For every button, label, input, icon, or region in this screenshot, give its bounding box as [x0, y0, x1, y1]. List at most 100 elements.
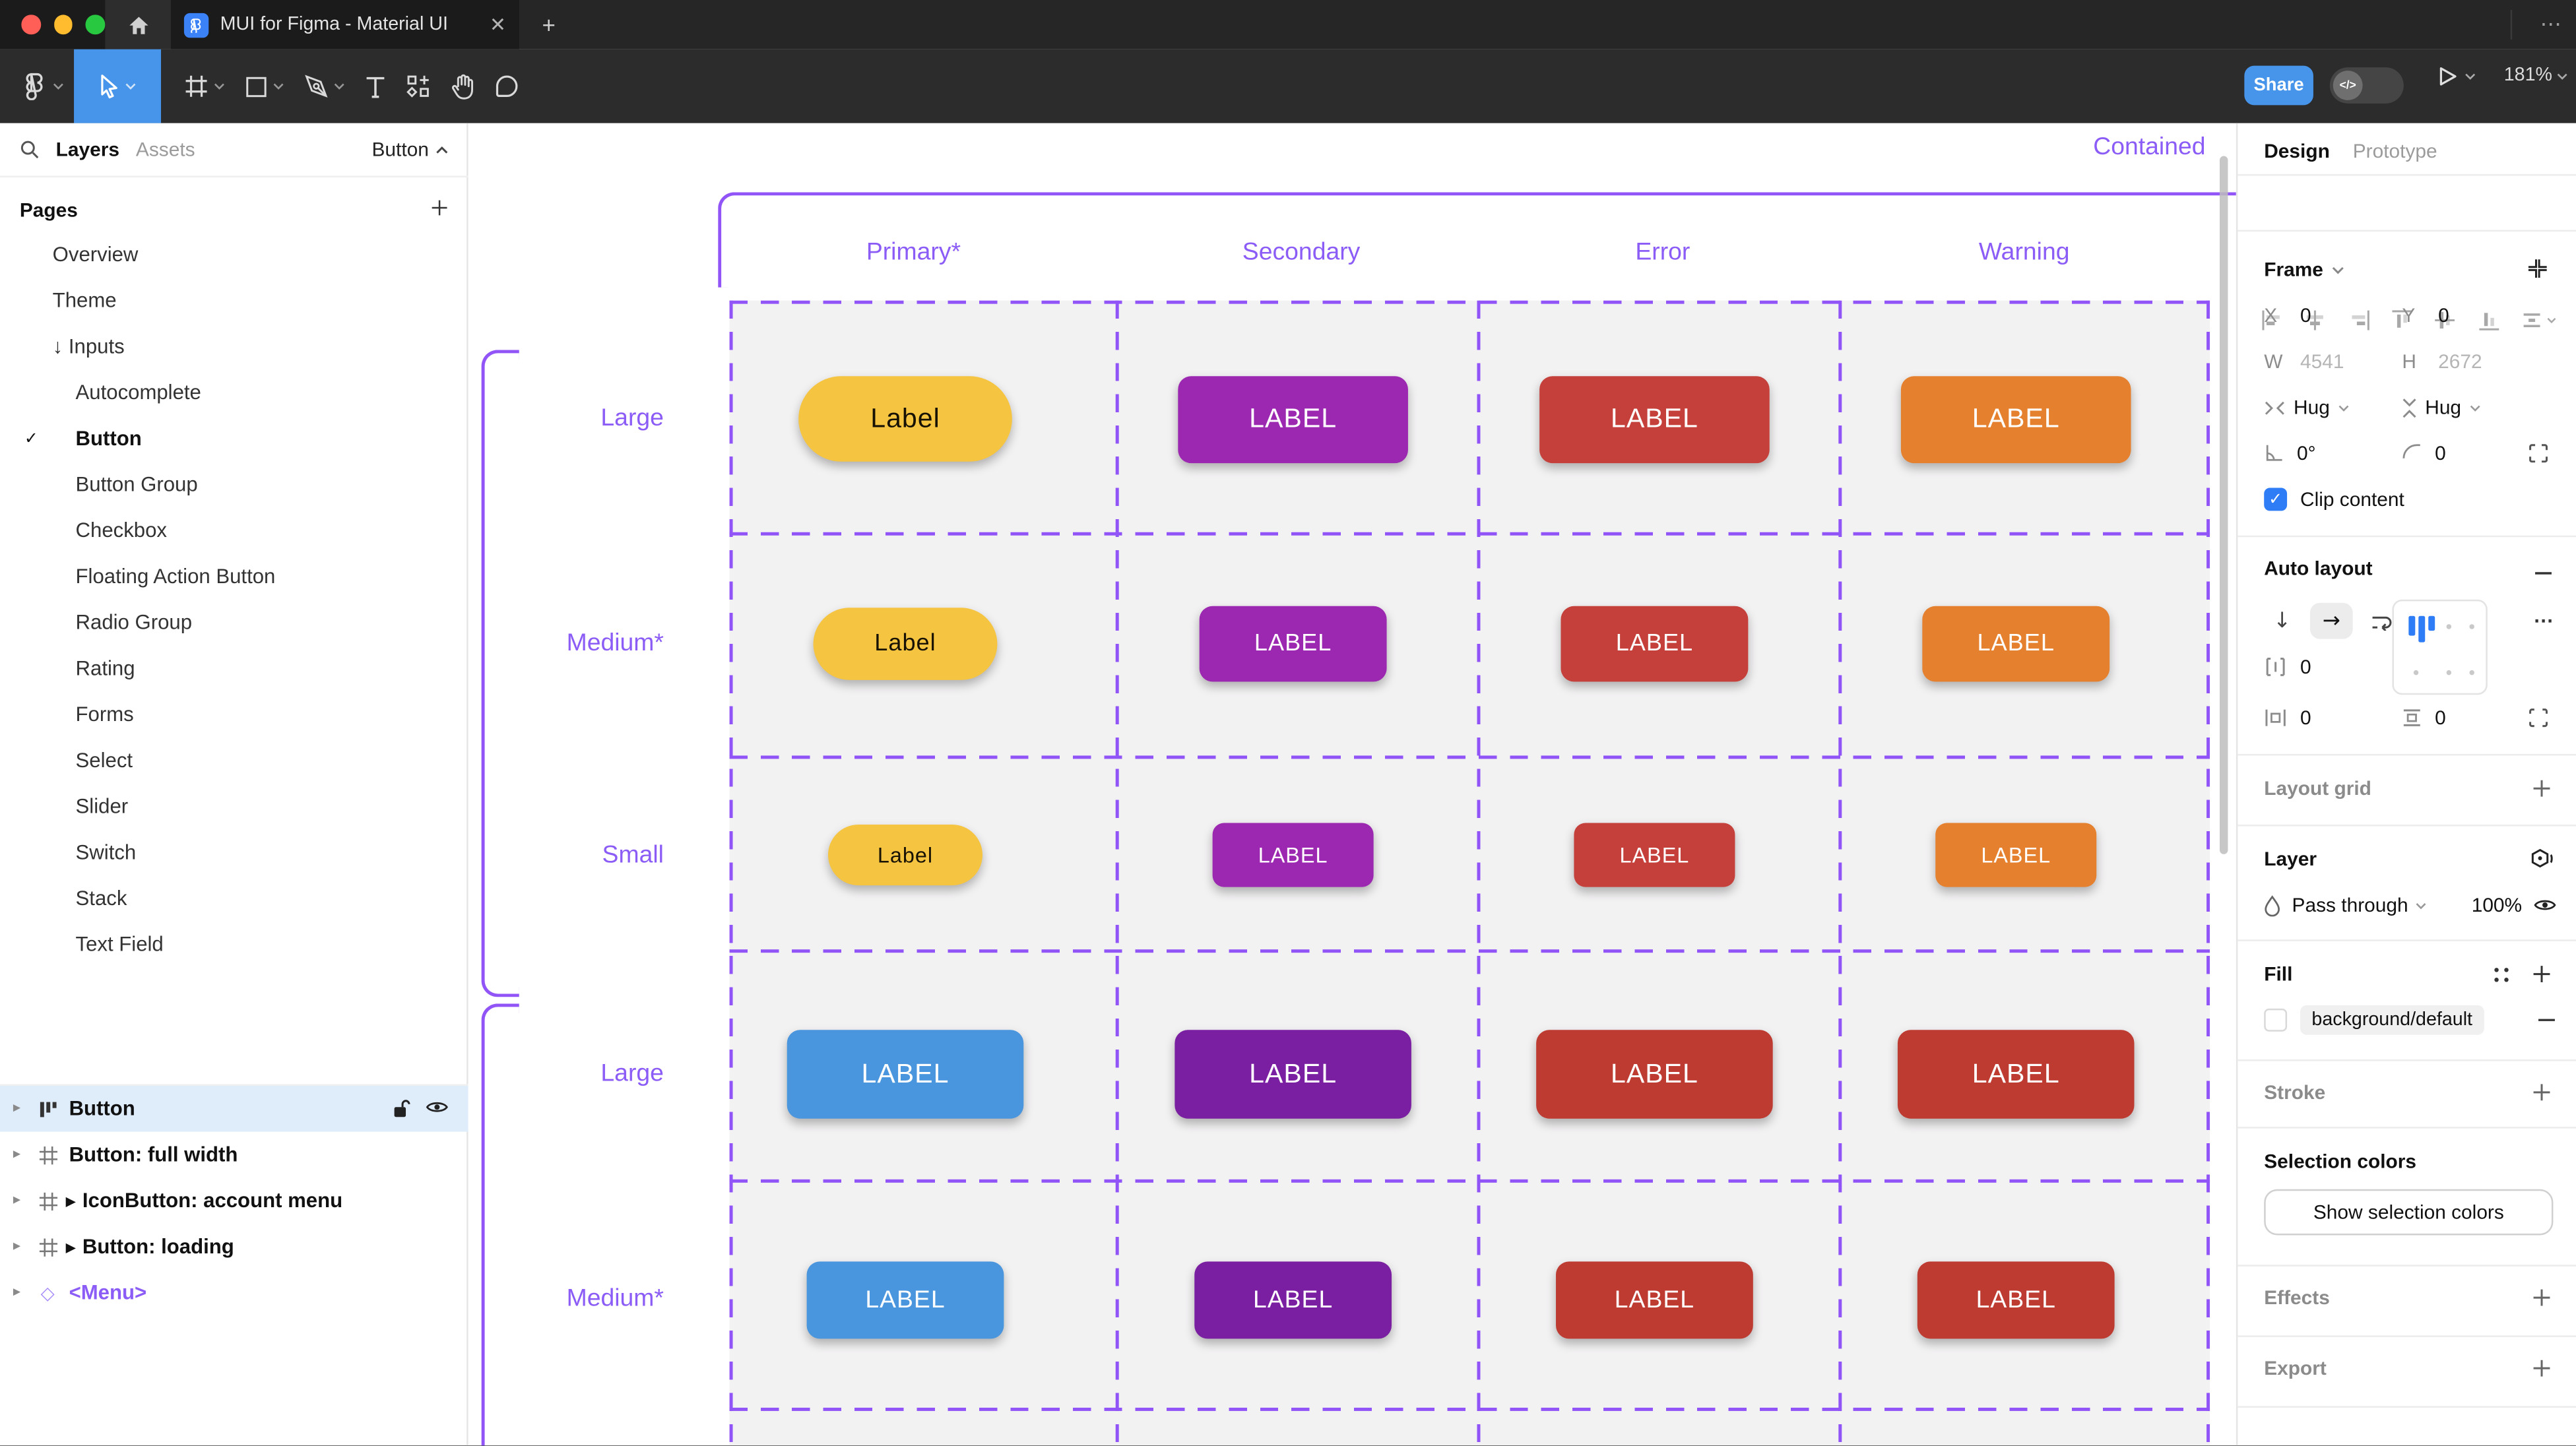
layer-row-button-full-width[interactable]: ▸Button: full width [0, 1132, 468, 1178]
canvas-button-primary-small-g1[interactable]: Label [828, 825, 982, 885]
add-export-icon[interactable] [2532, 1358, 2552, 1378]
page-item-stack[interactable]: Stack [0, 875, 468, 922]
canvas-button-warning-small-g1[interactable]: LABEL [1935, 823, 2096, 887]
new-tab-button[interactable]: + [529, 0, 569, 49]
instance-toggle-icon[interactable]: ▶ [66, 1193, 76, 1208]
search-icon[interactable] [20, 140, 40, 160]
pen-tool-button[interactable] [294, 55, 355, 117]
vertical-padding-field[interactable]: 0 [2402, 707, 2445, 730]
page-selector[interactable]: Button [371, 138, 448, 161]
close-window-button[interactable] [21, 15, 40, 34]
add-effect-icon[interactable] [2532, 1288, 2552, 1307]
gap-field[interactable]: 0 [2264, 656, 2311, 679]
page-item-text-field[interactable]: Text Field [0, 922, 468, 968]
canvas-vertical-scrollbar[interactable] [2220, 156, 2228, 854]
expand-chevron-icon[interactable]: ▸ [13, 1238, 33, 1255]
auto-layout-more-icon[interactable]: ⋯ [2534, 610, 2555, 633]
canvas-button-error-medium-g2[interactable]: LABEL [1556, 1261, 1753, 1338]
independent-corners-icon[interactable] [2528, 443, 2548, 463]
horizontal-padding-field[interactable]: 0 [2264, 707, 2311, 730]
clip-content-row[interactable]: ✓ Clip content [2264, 488, 2404, 511]
tab-prototype[interactable]: Prototype [2353, 140, 2437, 163]
page-item-rating[interactable]: Rating [0, 646, 468, 692]
styles-icon[interactable] [2530, 848, 2554, 871]
vertical-sizing-dropdown[interactable]: Hug [2402, 396, 2481, 419]
layer-row--menu-[interactable]: ▸◇<Menu> [0, 1270, 468, 1316]
canvas-button-error-large-g2[interactable]: LABEL [1536, 1030, 1773, 1118]
layer-row-iconbutton-account-menu[interactable]: ▸▶IconButton: account menu [0, 1178, 468, 1224]
align-bottom-icon[interactable] [2477, 309, 2500, 332]
instance-toggle-icon[interactable]: ▶ [66, 1240, 76, 1254]
independent-padding-icon[interactable] [2528, 708, 2548, 728]
canvas-button-warning-medium-g2[interactable]: LABEL [1917, 1261, 2115, 1338]
horizontal-sizing-dropdown[interactable]: Hug [2264, 396, 2350, 419]
apply-styles-icon[interactable] [2492, 966, 2510, 984]
page-item-button-group[interactable]: Button Group [0, 462, 468, 508]
hand-tool-button[interactable] [440, 55, 484, 117]
width-field[interactable]: W4541 [2264, 350, 2344, 373]
canvas-button-warning-large-g1[interactable]: LABEL [1901, 375, 2131, 462]
direction-horizontal-button[interactable]: → [2310, 603, 2353, 639]
page-item-checkbox[interactable]: Checkbox [0, 507, 468, 553]
dev-mode-toggle[interactable]: </> [2330, 67, 2404, 104]
canvas-button-primary-large-g1[interactable]: Label [798, 376, 1012, 461]
canvas-button-error-medium-g1[interactable]: LABEL [1561, 606, 1749, 682]
comment-tool-button[interactable] [485, 55, 529, 117]
alignment-matrix[interactable] [2392, 600, 2487, 695]
visibility-eye-icon[interactable] [426, 1099, 449, 1116]
canvas-button-secondary-small-g1[interactable]: LABEL [1213, 823, 1374, 887]
canvas-button-secondary-medium-g1[interactable]: LABEL [1200, 606, 1387, 682]
add-fill-icon[interactable] [2532, 964, 2552, 984]
canvas-button-warning-medium-g1[interactable]: LABEL [1922, 606, 2109, 682]
rotation-field[interactable]: 0° [2264, 442, 2315, 465]
maximize-window-button[interactable] [86, 15, 105, 34]
page-item-autocomplete[interactable]: Autocomplete [0, 369, 468, 416]
page-item-button[interactable]: ✓Button [0, 416, 468, 462]
remove-auto-layout-icon[interactable] [2534, 563, 2554, 583]
canvas-button-primary-medium-g1[interactable]: Label [814, 608, 998, 680]
fill-style-chip[interactable]: background/default [2300, 1005, 2484, 1035]
tab-design[interactable]: Design [2264, 140, 2330, 163]
frame-section-header[interactable]: Frame [2264, 258, 2344, 281]
present-button[interactable] [2437, 66, 2476, 87]
layer-row-button-loading[interactable]: ▸▶Button: loading [0, 1224, 468, 1270]
frame-title[interactable]: Contained [2093, 133, 2228, 161]
canvas-button-primary-medium-g2[interactable]: LABEL [807, 1261, 1004, 1338]
page-item-slider[interactable]: Slider [0, 784, 468, 830]
actions-tool-button[interactable] [396, 55, 440, 117]
page-item-forms[interactable]: Forms [0, 691, 468, 738]
expand-chevron-icon[interactable]: ▸ [13, 1193, 33, 1209]
close-tab-icon[interactable]: ✕ [490, 13, 506, 36]
page-item-overview[interactable]: Overview [0, 232, 468, 278]
distribute-menu[interactable] [2521, 309, 2557, 332]
canvas-button-primary-large-g2[interactable]: LABEL [787, 1030, 1024, 1118]
tab-assets[interactable]: Assets [136, 138, 195, 161]
tab-layers[interactable]: Layers [56, 138, 119, 161]
frame-tool-button[interactable] [174, 55, 235, 117]
x-position-field[interactable]: X0 [2264, 304, 2311, 327]
expand-chevron-icon[interactable]: ▸ [13, 1147, 33, 1163]
unlock-icon[interactable] [393, 1099, 410, 1119]
add-stroke-icon[interactable] [2532, 1083, 2552, 1102]
share-button[interactable]: Share [2244, 66, 2313, 106]
show-selection-colors-button[interactable]: Show selection colors [2264, 1189, 2553, 1236]
page-item-theme[interactable]: Theme [0, 278, 468, 324]
shrink-icon[interactable] [2527, 258, 2548, 279]
corner-radius-field[interactable]: 0 [2402, 442, 2445, 465]
page-item-radio-group[interactable]: Radio Group [0, 600, 468, 646]
expand-chevron-icon[interactable]: ▸ [13, 1284, 33, 1301]
remove-fill-icon[interactable] [2537, 1010, 2557, 1030]
opacity-field[interactable]: 100% [2472, 894, 2522, 917]
more-options-icon[interactable]: ⋯ [2527, 0, 2576, 49]
page-item-inputs[interactable]: ↓ Inputs [0, 324, 468, 370]
blend-mode-dropdown[interactable]: Pass through [2292, 894, 2426, 917]
shape-tool-button[interactable] [235, 55, 294, 117]
zoom-menu[interactable]: 181% [2504, 66, 2569, 86]
canvas-button-warning-large-g2[interactable]: LABEL [1898, 1030, 2135, 1118]
file-tab[interactable]: MUI for Figma - Material UI ✕ [171, 0, 519, 49]
clip-content-checkbox[interactable]: ✓ [2264, 488, 2287, 511]
canvas-button-error-small-g1[interactable]: LABEL [1574, 823, 1735, 887]
page-item-floating-action-button[interactable]: Floating Action Button [0, 553, 468, 600]
home-tab[interactable] [105, 0, 171, 49]
y-position-field[interactable]: Y0 [2402, 304, 2449, 327]
